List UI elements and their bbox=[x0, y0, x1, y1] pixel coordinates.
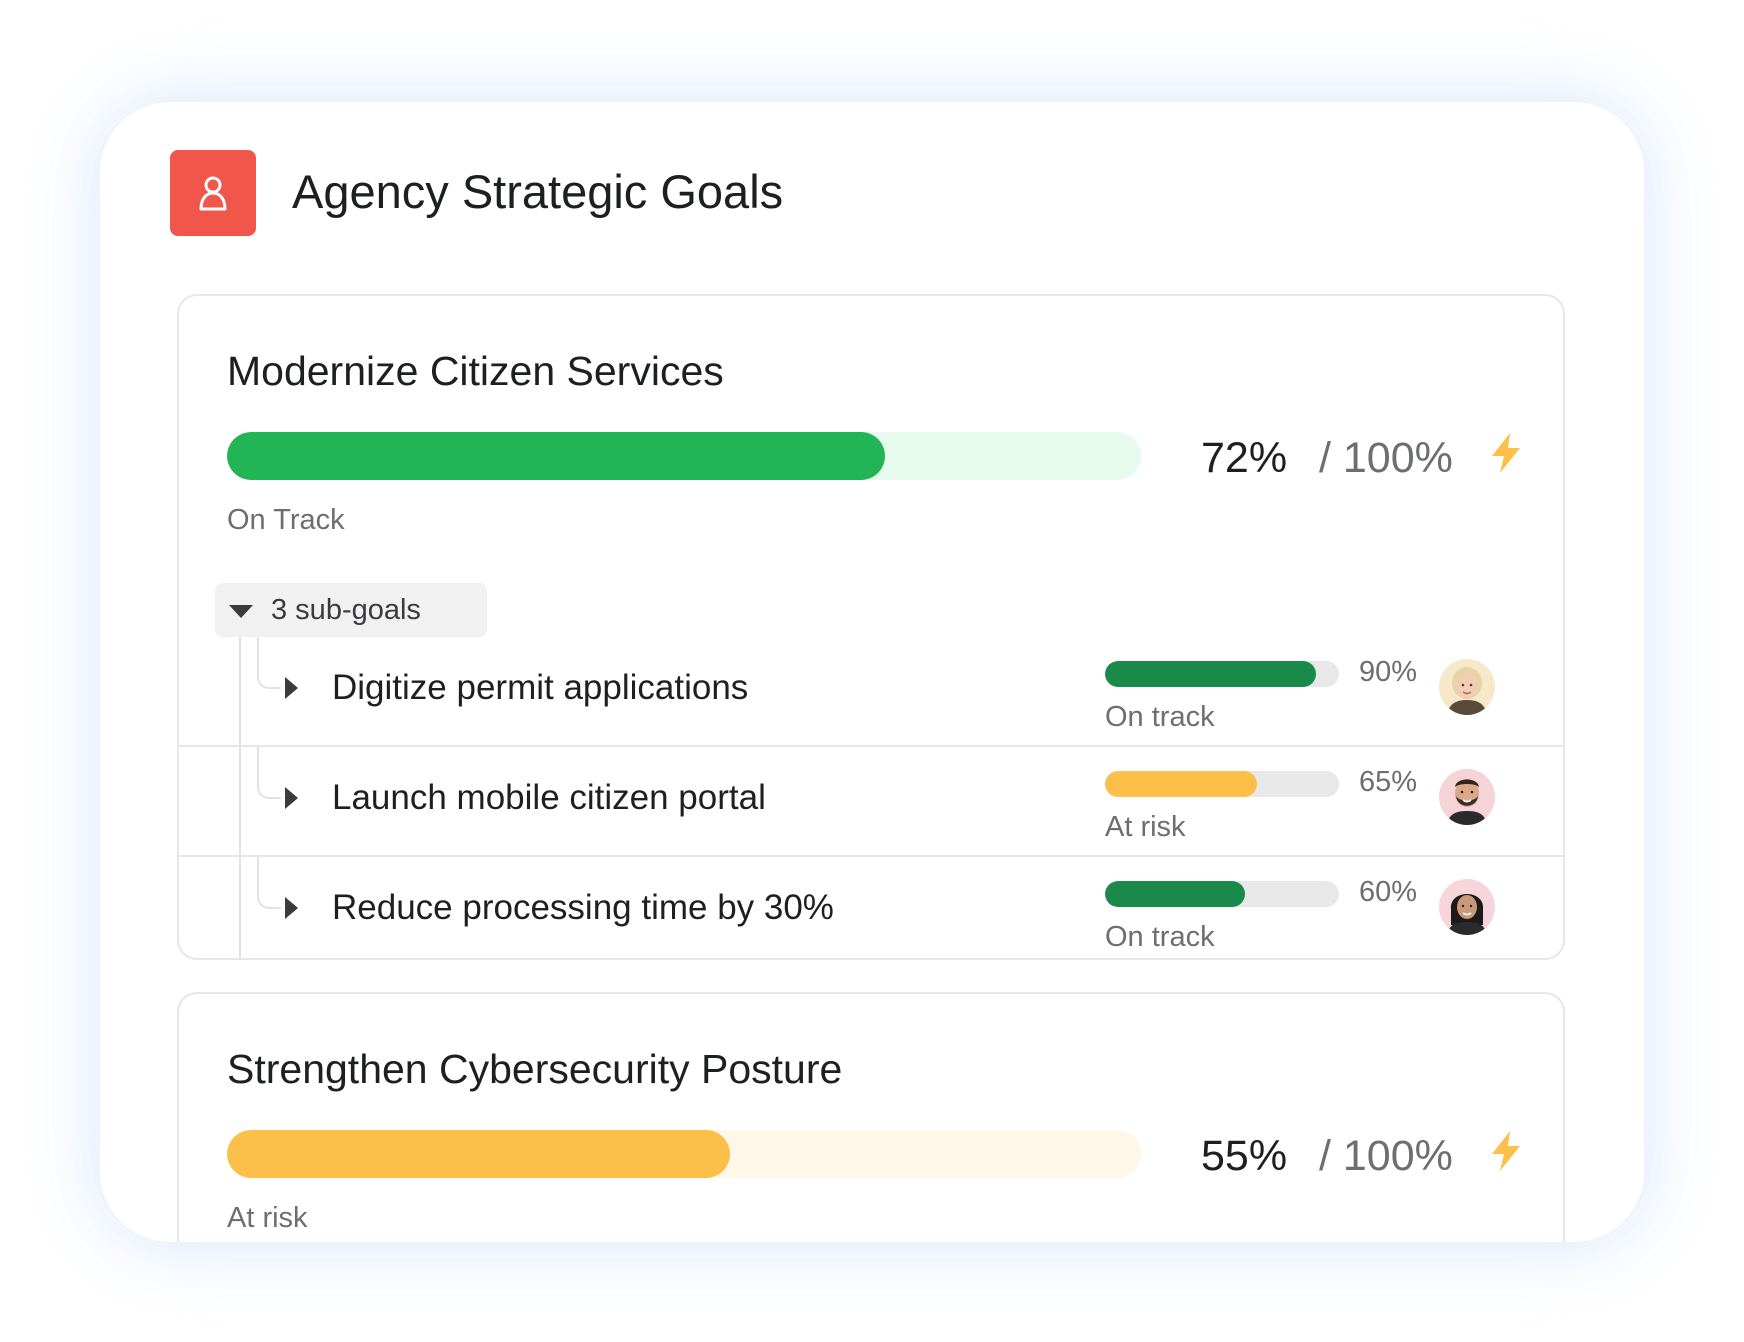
goal-total: / 100% bbox=[1319, 1132, 1453, 1180]
subgoal-progress-fill bbox=[1105, 881, 1246, 907]
page-title: Agency Strategic Goals bbox=[292, 165, 784, 218]
subgoal-status: On track bbox=[1105, 921, 1215, 953]
subgoal-status: At risk bbox=[1105, 811, 1186, 843]
subgoal-title[interactable]: Digitize permit applications bbox=[332, 667, 748, 709]
subgoal-row[interactable]: Launch mobile citizen portal 65% At risk bbox=[179, 747, 1563, 855]
subgoal-progress-fill bbox=[1105, 661, 1316, 687]
goal-progress-fill bbox=[227, 1130, 730, 1178]
subgoal-progress-track bbox=[1105, 881, 1339, 907]
subgoal-progress-fill bbox=[1105, 771, 1258, 797]
subgoal-progress-track bbox=[1105, 661, 1339, 687]
goal-card-modernize[interactable]: Modernize Citizen Services 72% / 100% On… bbox=[177, 294, 1565, 960]
goals-panel: Agency Strategic Goals Modernize Citizen… bbox=[100, 102, 1644, 1242]
goal-title[interactable]: Strengthen Cybersecurity Posture bbox=[227, 1044, 842, 1094]
tree-elbow bbox=[257, 857, 281, 909]
subgoal-percent: 65% bbox=[1358, 766, 1417, 798]
goal-person-icon[interactable] bbox=[170, 150, 256, 236]
lightning-bolt-icon[interactable] bbox=[1489, 1130, 1523, 1172]
subgoal-row[interactable]: Digitize permit applications 90% On trac… bbox=[179, 637, 1563, 745]
goal-percent: 55% bbox=[1201, 1132, 1288, 1180]
subgoal-progress-track bbox=[1105, 771, 1339, 797]
avatar[interactable] bbox=[1439, 879, 1495, 935]
lightning-bolt-icon[interactable] bbox=[1489, 432, 1523, 474]
tree-elbow bbox=[257, 747, 281, 799]
subgoal-percent: 90% bbox=[1358, 656, 1417, 688]
subgoal-row[interactable]: Reduce processing time by 30% 60% On tra… bbox=[179, 857, 1563, 958]
goal-progress-track bbox=[227, 1130, 1141, 1178]
subgoal-status: On track bbox=[1105, 701, 1215, 733]
subgoal-percent: 60% bbox=[1358, 876, 1417, 908]
avatar[interactable] bbox=[1439, 769, 1495, 825]
goal-status: On Track bbox=[227, 504, 345, 536]
tree-elbow bbox=[257, 637, 281, 689]
goal-status: At risk bbox=[227, 1202, 308, 1234]
goal-card-cybersecurity[interactable]: Strengthen Cybersecurity Posture 55% / 1… bbox=[177, 992, 1565, 1242]
expand-caret-icon[interactable] bbox=[285, 787, 298, 809]
avatar[interactable] bbox=[1439, 659, 1495, 715]
subgoals-count: 3 sub-goals bbox=[271, 594, 421, 626]
subgoal-title[interactable]: Launch mobile citizen portal bbox=[332, 777, 766, 819]
goal-percent: 72% bbox=[1201, 434, 1288, 482]
subgoal-title[interactable]: Reduce processing time by 30% bbox=[332, 887, 834, 929]
expand-caret-icon[interactable] bbox=[285, 897, 298, 919]
goal-title[interactable]: Modernize Citizen Services bbox=[227, 346, 724, 396]
expand-caret-icon[interactable] bbox=[285, 677, 298, 699]
goal-progress-track bbox=[227, 432, 1141, 480]
goal-progress-fill bbox=[227, 432, 886, 480]
subgoals-toggle[interactable]: 3 sub-goals bbox=[215, 583, 487, 637]
triangle-down-icon bbox=[229, 605, 253, 618]
goal-total: / 100% bbox=[1319, 434, 1453, 482]
